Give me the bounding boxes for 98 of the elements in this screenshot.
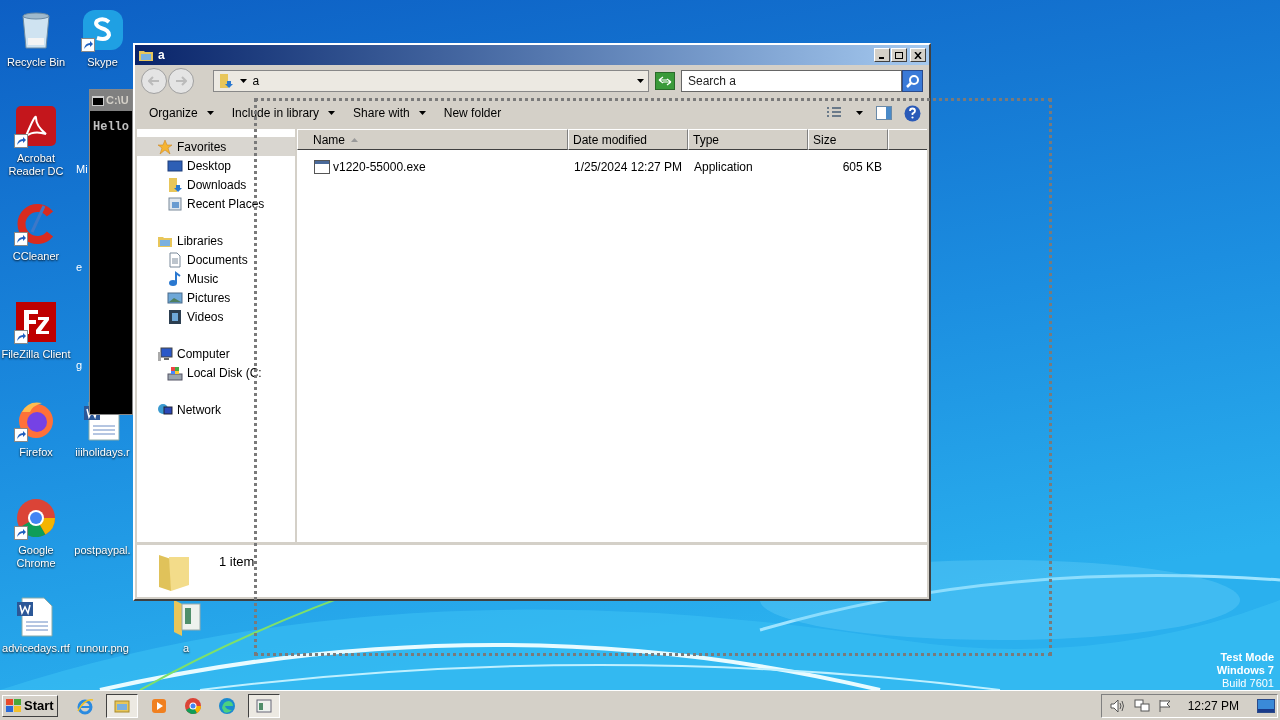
os-notice-text: Build 7601 (1222, 677, 1274, 690)
icon-label: Mi (76, 163, 88, 175)
help-icon (903, 104, 921, 122)
maximize-icon (895, 51, 903, 59)
recent-places-icon (167, 195, 183, 212)
nav-item[interactable]: Pictures (137, 288, 295, 307)
network-icon (157, 401, 173, 418)
column-header[interactable]: Size (808, 129, 888, 150)
chrome-icon (183, 696, 202, 715)
toolbar-menu-button[interactable]: Include in library (223, 101, 344, 125)
console-icon (92, 95, 104, 106)
toolbar-menu-button[interactable]: Share with (345, 101, 434, 125)
toolbar-menu-button[interactable]: New folder (435, 101, 510, 125)
column-header[interactable]: Date modified (568, 129, 688, 150)
nav-item[interactable]: Network (137, 400, 295, 419)
filezilla-icon (14, 300, 58, 344)
sort-arrow-icon (351, 137, 358, 142)
star-icon (157, 138, 173, 155)
preview-pane-icon (876, 106, 892, 120)
chrome-icon (14, 496, 58, 540)
toolbar-menu-button[interactable]: Organize (141, 101, 222, 125)
shortcut-arrow-icon (14, 330, 28, 344)
downloads-icon (217, 73, 234, 89)
caret-icon (328, 111, 336, 115)
window-icon (254, 696, 273, 715)
pictures-icon (167, 289, 183, 306)
documents-icon (167, 251, 183, 268)
nav-item[interactable]: Downloads (137, 175, 295, 194)
videos-icon (167, 308, 183, 325)
caret-icon (418, 111, 426, 115)
speaker-icon[interactable] (1109, 698, 1126, 713)
application-icon (314, 160, 330, 174)
network-icon[interactable] (1133, 698, 1150, 713)
nav-item[interactable]: Documents (137, 250, 295, 269)
date-cell: 1/25/2024 12:27 PM (574, 160, 683, 174)
media-player-icon (149, 696, 168, 715)
caret-icon (239, 79, 247, 83)
start-button[interactable]: Start (2, 694, 58, 717)
computer-icon (157, 345, 173, 362)
address-bar[interactable]: a (212, 70, 650, 92)
internet-explorer-icon (75, 696, 94, 715)
icon-label[interactable]: Acrobat Reader DC (0, 152, 72, 178)
desktop-icon (167, 157, 183, 174)
minimize-button[interactable] (874, 48, 890, 62)
console-text: Hello (93, 120, 129, 134)
taskbar-button[interactable] (247, 693, 280, 718)
file-name: v1220-55000.exe (333, 159, 426, 176)
window-title: a (158, 47, 166, 64)
caret-icon (637, 79, 645, 83)
nav-item[interactable]: Videos (137, 307, 295, 326)
flag-icon[interactable] (1157, 698, 1172, 713)
nav-item[interactable]: Computer (137, 344, 295, 363)
icon-label: g (76, 359, 83, 371)
refresh-button[interactable] (655, 72, 675, 90)
downloads-icon (167, 176, 183, 193)
shortcut-arrow-icon (14, 428, 28, 442)
column-header[interactable]: Type (688, 129, 808, 150)
os-notice-text: Windows 7 (1216, 664, 1274, 677)
search-icon (905, 74, 920, 88)
windows-logo-icon (6, 698, 22, 713)
caret-icon (206, 111, 214, 115)
disk-drive-icon (167, 364, 183, 381)
shortcut-arrow-icon (80, 38, 95, 52)
size-cell-text: 605 KB (842, 159, 882, 176)
refresh-icon (658, 76, 673, 86)
forward-arrow-icon (174, 76, 187, 86)
icon-label[interactable]: CCleaner (12, 250, 60, 263)
shortcut-arrow-icon (14, 526, 28, 540)
music-note-icon (167, 270, 183, 287)
list-view-icon (826, 107, 842, 119)
nav-item[interactable]: Desktop (137, 156, 295, 175)
nav-item[interactable]: Music (137, 269, 295, 288)
nav-item[interactable]: Libraries (137, 231, 295, 250)
window-title: C:\U (106, 93, 129, 109)
maximize-button[interactable] (891, 48, 907, 62)
shortcut-arrow-icon (14, 232, 28, 246)
caret-icon (856, 111, 863, 115)
column-header[interactable]: Name (297, 129, 568, 150)
taskbar-button[interactable] (105, 693, 138, 718)
acrobat-icon (14, 104, 58, 148)
os-notice-text: Test Mode (1220, 651, 1274, 664)
file-row[interactable]: v1220-55000.exe 1/25/2024 12:27 PM Application 605 KB (297, 157, 927, 177)
edge-icon (217, 696, 236, 715)
nav-item[interactable]: Favorites (137, 137, 295, 156)
show-desktop-icon (1257, 698, 1275, 713)
shortcut-arrow-icon (14, 134, 28, 148)
close-button[interactable] (910, 48, 926, 62)
show-desktop-button[interactable] (1255, 696, 1277, 715)
back-arrow-icon (147, 76, 160, 86)
icon-label[interactable]: FileZilla Client (1, 348, 71, 361)
close-icon (914, 51, 922, 59)
icon-label[interactable]: Recycle Bin (6, 56, 66, 69)
type-cell: Application (694, 160, 753, 174)
search-field[interactable]: Search a (681, 70, 902, 92)
search-button[interactable] (902, 70, 923, 92)
item-count: 1 item (219, 553, 255, 571)
icon-label: e (76, 261, 83, 273)
icon-label[interactable]: Skype (87, 56, 118, 69)
